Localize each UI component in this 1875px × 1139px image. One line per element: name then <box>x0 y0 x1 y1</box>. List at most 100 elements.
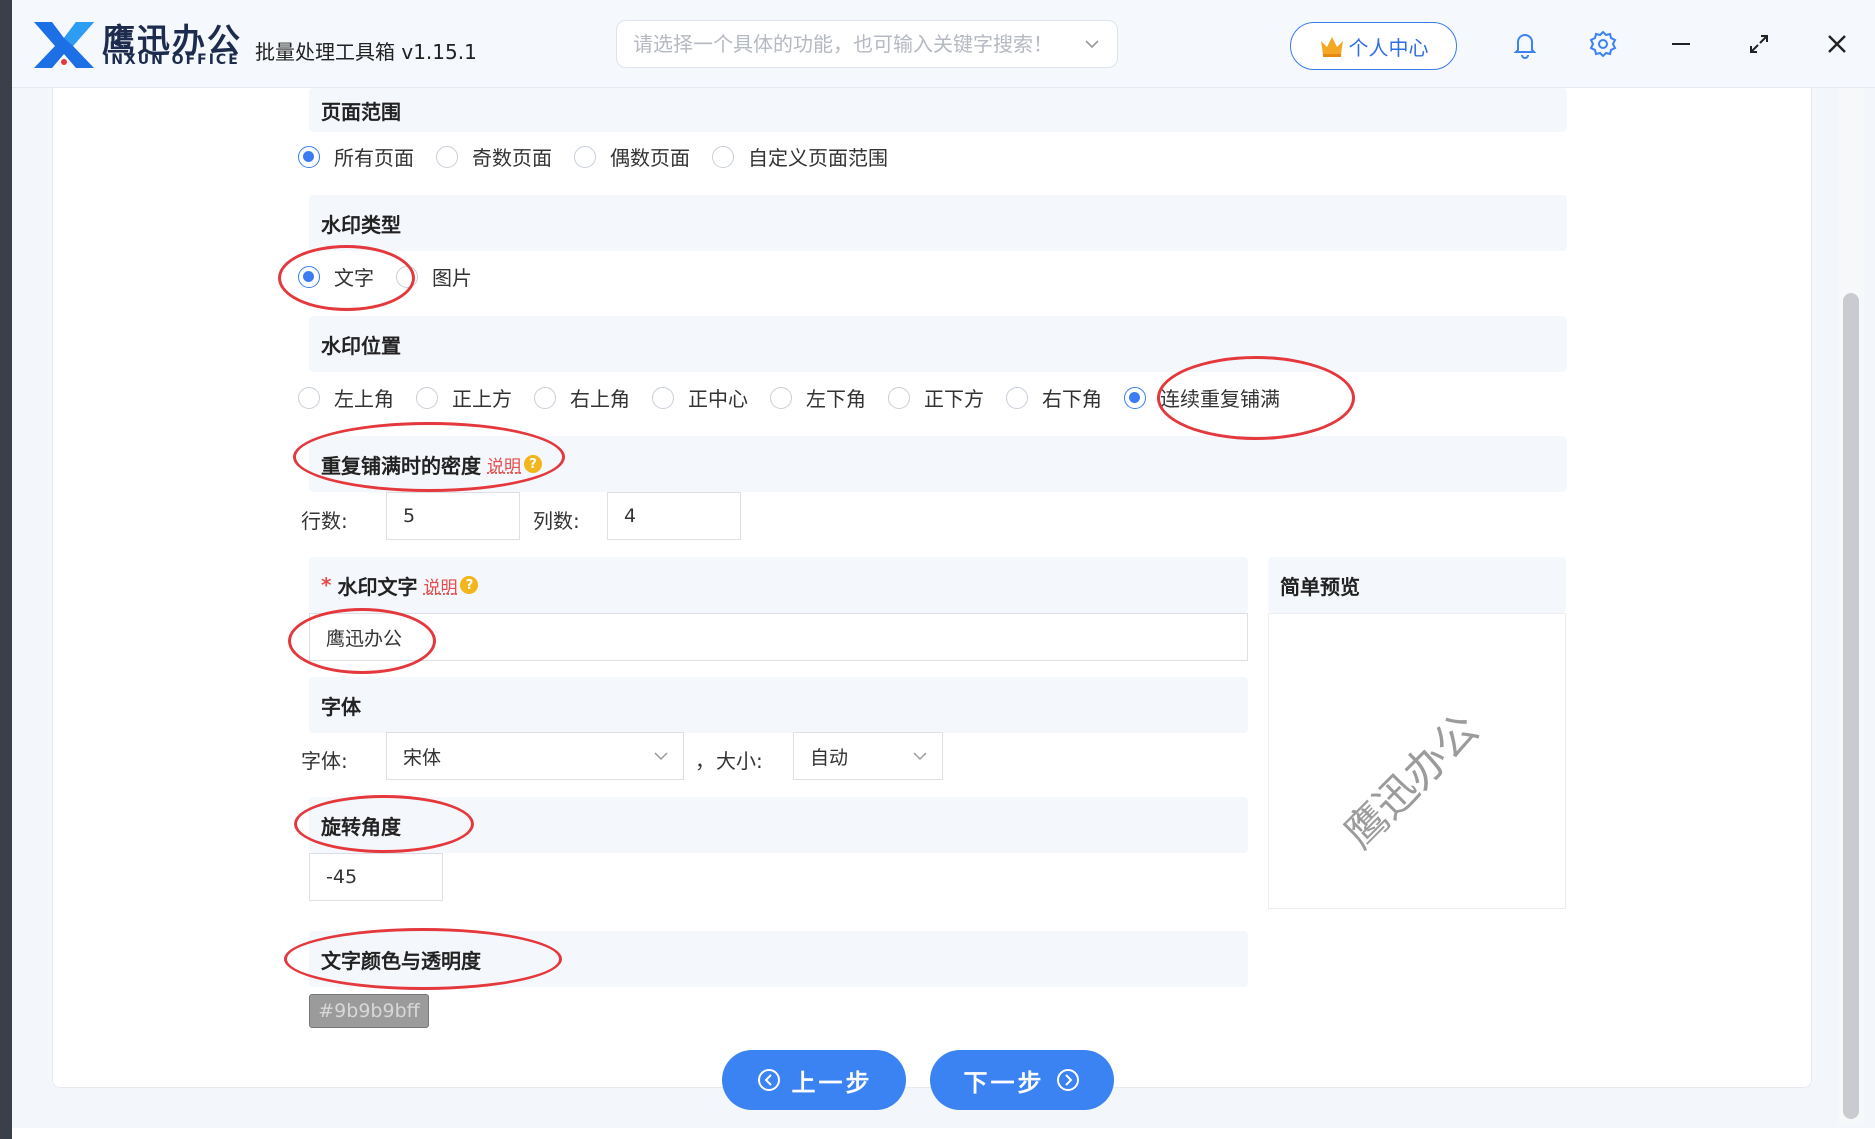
radio-dot <box>574 145 596 168</box>
font-label: 字体: <box>301 749 348 773</box>
user-center-button[interactable]: 个人中心 <box>1290 22 1457 70</box>
search-box[interactable] <box>616 20 1118 68</box>
next-step-button[interactable]: 下一步 <box>930 1050 1114 1110</box>
logo-icon <box>34 22 94 68</box>
radio-bottom-left[interactable]: 左下角 <box>770 383 866 412</box>
wm-type-header: 水印类型 <box>309 195 1567 251</box>
radio-label: 正上方 <box>452 387 512 411</box>
prev-step-label: 上一步 <box>791 1068 873 1097</box>
expand-icon[interactable] <box>1743 28 1775 60</box>
radio-type-image[interactable]: 图片 <box>396 262 472 291</box>
wm-text-input[interactable] <box>326 626 1247 648</box>
radio-label: 正下方 <box>924 387 984 411</box>
font-header: 字体 <box>309 677 1248 733</box>
chevron-down-icon[interactable] <box>1083 35 1101 53</box>
required-mark: * <box>321 573 332 597</box>
radio-custom-range[interactable]: 自定义页面范围 <box>712 142 888 171</box>
page-range-options: 所有页面 奇数页面 偶数页面 自定义页面范围 <box>298 142 910 171</box>
radio-dot <box>888 386 910 409</box>
wm-position-options: 左上角 正上方 右上角 正中心 左下角 正下方 右下角 连续重复铺满 <box>298 383 1302 412</box>
radio-label: 所有页面 <box>334 146 414 170</box>
size-select[interactable]: 自动 <box>793 732 943 780</box>
font-select[interactable]: 宋体 <box>386 732 684 780</box>
close-icon[interactable] <box>1821 28 1853 60</box>
wm-text-input-box[interactable] <box>309 613 1248 661</box>
color-title: 文字颜色与透明度 <box>321 948 481 973</box>
radio-top-center[interactable]: 正上方 <box>416 383 512 412</box>
color-header: 文字颜色与透明度 <box>309 931 1248 987</box>
radio-dot <box>436 145 458 168</box>
preview-title: 简单预览 <box>1280 574 1360 599</box>
vertical-scrollbar[interactable] <box>1838 88 1864 1124</box>
wm-text-title: 水印文字 <box>337 574 418 599</box>
crown-icon <box>1320 37 1343 57</box>
cols-input[interactable] <box>624 505 740 527</box>
radio-type-text[interactable]: 文字 <box>298 262 374 291</box>
wm-type-title: 水印类型 <box>321 212 401 237</box>
next-step-label: 下一步 <box>963 1068 1045 1097</box>
radio-dot <box>396 265 418 288</box>
radio-all-pages[interactable]: 所有页面 <box>298 142 414 171</box>
settings-panel: 页面范围 所有页面 奇数页面 偶数页面 自定义页面范围 水印类型 文字 图片 水… <box>52 88 1812 1110</box>
rotation-input-box[interactable] <box>309 853 443 901</box>
search-input[interactable] <box>633 32 1077 56</box>
chevron-down-icon <box>913 752 927 761</box>
radio-top-right[interactable]: 右上角 <box>534 383 630 412</box>
radio-dot <box>652 386 674 409</box>
page-range-title: 页面范围 <box>321 99 401 124</box>
minimize-icon[interactable] <box>1665 28 1697 60</box>
status-bar <box>12 1128 1875 1139</box>
brand-name-en: INXUN OFFICE <box>104 52 240 68</box>
wm-text-help-link[interactable]: 说明 <box>423 573 457 598</box>
radio-dot <box>298 145 320 168</box>
radio-even-pages[interactable]: 偶数页面 <box>574 142 690 171</box>
radio-dot <box>416 386 438 409</box>
app-title: 批量处理工具箱 v1.15.1 <box>255 40 477 64</box>
radio-dot <box>712 145 734 168</box>
gear-icon[interactable] <box>1587 28 1619 60</box>
title-bar: 鹰迅办公 INXUN OFFICE 批量处理工具箱 v1.15.1 个人中心 <box>12 0 1875 88</box>
radio-tile-repeat[interactable]: 连续重复铺满 <box>1124 383 1280 412</box>
rows-input[interactable] <box>403 505 519 527</box>
cols-input-box[interactable] <box>607 492 741 540</box>
density-title: 重复铺满时的密度 <box>321 453 481 478</box>
preview-watermark-text: 鹰迅办公 <box>1334 704 1488 858</box>
chevron-right-circle-icon <box>1056 1069 1079 1091</box>
radio-dot <box>770 386 792 409</box>
radio-odd-pages[interactable]: 奇数页面 <box>436 142 552 171</box>
question-icon[interactable]: ? <box>524 455 542 473</box>
cols-label: 列数: <box>533 509 580 533</box>
radio-dot <box>534 386 556 409</box>
question-icon[interactable]: ? <box>460 576 479 594</box>
chevron-left-circle-icon <box>757 1069 780 1091</box>
color-picker-swatch[interactable]: #9b9b9bff <box>309 994 429 1028</box>
rows-label: 行数: <box>301 509 348 533</box>
page-range-header: 页面范围 <box>309 88 1567 132</box>
radio-bottom-center[interactable]: 正下方 <box>888 383 984 412</box>
radio-dot <box>1006 386 1028 409</box>
rotation-input[interactable] <box>326 866 442 888</box>
radio-center[interactable]: 正中心 <box>652 383 748 412</box>
radio-bottom-right[interactable]: 右下角 <box>1006 383 1102 412</box>
preview-header: 简单预览 <box>1268 557 1566 613</box>
prev-step-button[interactable]: 上一步 <box>722 1050 906 1110</box>
rotation-title: 旋转角度 <box>321 814 401 839</box>
font-separator: ， <box>695 749 715 773</box>
radio-dot <box>298 386 320 409</box>
density-help-link[interactable]: 说明 <box>487 452 521 477</box>
density-header: 重复铺满时的密度 说明 ? <box>309 436 1567 492</box>
radio-label: 正中心 <box>688 387 748 411</box>
radio-label: 左下角 <box>806 387 866 411</box>
scrollbar-thumb[interactable] <box>1843 293 1859 1119</box>
radio-top-left[interactable]: 左上角 <box>298 383 394 412</box>
radio-dot <box>1124 386 1146 409</box>
chevron-down-icon <box>654 752 668 761</box>
radio-label: 文字 <box>334 266 374 290</box>
rotation-header: 旋转角度 <box>309 797 1248 853</box>
app-window: 鹰迅办公 INXUN OFFICE 批量处理工具箱 v1.15.1 个人中心 <box>12 0 1875 1139</box>
wm-type-options: 文字 图片 <box>298 262 494 291</box>
rows-input-box[interactable] <box>386 492 520 540</box>
wm-position-title: 水印位置 <box>321 333 401 358</box>
radio-label: 图片 <box>432 266 472 290</box>
bell-icon[interactable] <box>1509 28 1541 60</box>
